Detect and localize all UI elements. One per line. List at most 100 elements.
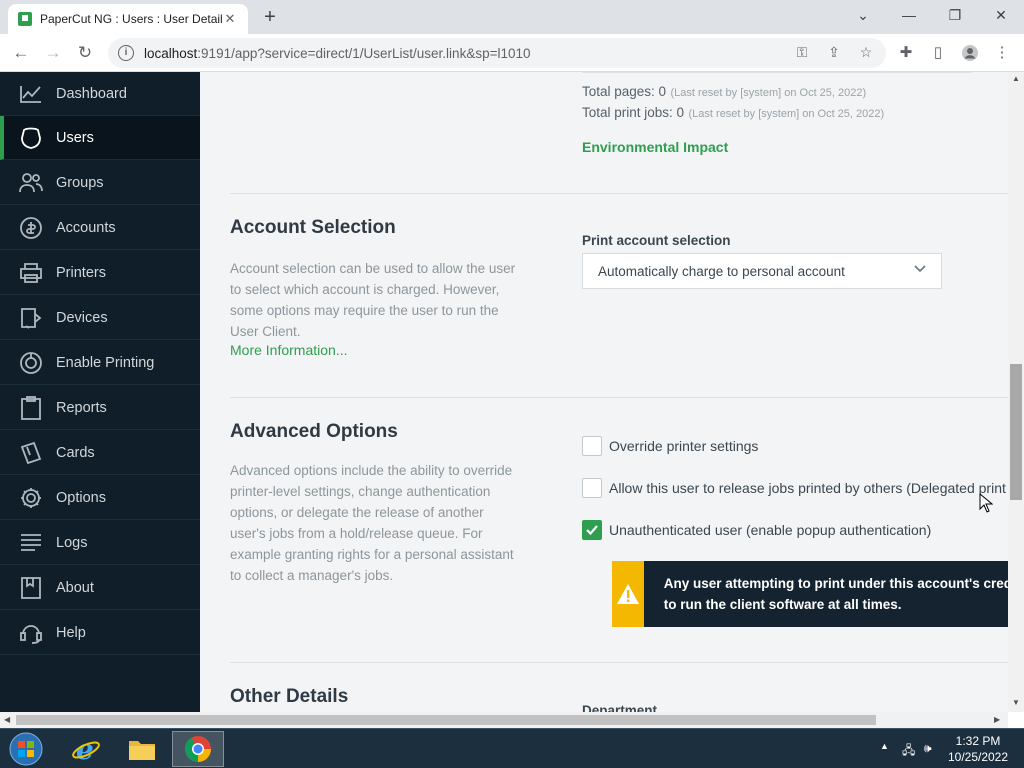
sidebar-item-printers[interactable]: Printers xyxy=(0,251,200,295)
section-divider xyxy=(230,193,1008,194)
checkbox-label: Allow this user to release jobs printed … xyxy=(609,480,1008,496)
unauthenticated-user-checkbox[interactable]: Unauthenticated user (enable popup authe… xyxy=(582,520,931,540)
windows-logo-icon xyxy=(9,732,43,766)
checkbox-checked[interactable] xyxy=(582,520,602,540)
extensions-icon[interactable]: ✚ xyxy=(896,44,916,64)
account-selection-title: Account Selection xyxy=(230,217,396,238)
close-window-button[interactable]: ✕ xyxy=(978,0,1024,30)
section-divider xyxy=(230,662,1008,663)
about-icon xyxy=(18,576,44,600)
key-icon[interactable]: ⚿ xyxy=(792,42,812,62)
more-information-link[interactable]: More Information... xyxy=(230,342,348,358)
sidebar-item-label: Users xyxy=(56,129,94,146)
user-icon xyxy=(18,126,44,150)
sidebar-item-options[interactable]: Options xyxy=(0,476,200,520)
scroll-down-arrow-icon[interactable]: ▼ xyxy=(1012,698,1020,707)
sidebar-item-help[interactable]: Help xyxy=(0,611,200,655)
other-details-title: Other Details xyxy=(230,686,349,707)
sidebar-item-label: Cards xyxy=(56,444,95,461)
checkbox-label: Unauthenticated user (enable popup authe… xyxy=(609,522,932,538)
horizontal-scroll-thumb[interactable] xyxy=(16,715,876,725)
start-button[interactable] xyxy=(6,731,46,767)
department-label: Department xyxy=(582,703,658,712)
forward-icon[interactable]: → xyxy=(40,40,66,66)
url-host: localhost xyxy=(144,45,198,61)
warning-message: Any user attempting to print under this … xyxy=(644,561,1008,627)
environmental-impact-link[interactable]: Environmental Impact xyxy=(582,139,728,155)
sidebar-item-label: Dashboard xyxy=(56,85,127,102)
sidebar-item-label: Enable Printing xyxy=(56,354,155,371)
accounts-icon xyxy=(18,216,44,240)
sidebar-item-label: Logs xyxy=(56,534,88,551)
total-jobs-reset-note: (Last reset by [system] on Oct 25, 2022) xyxy=(688,108,885,120)
new-tab-button[interactable]: + xyxy=(258,6,282,30)
reports-icon xyxy=(18,395,44,420)
sidebar-item-enable-printing[interactable]: Enable Printing xyxy=(0,341,200,385)
warning-icon xyxy=(616,584,639,604)
browser-menu-icon[interactable]: ⋮ xyxy=(992,44,1012,64)
checkbox[interactable] xyxy=(582,478,602,498)
sidebar-item-accounts[interactable]: Accounts xyxy=(0,206,200,250)
taskbar-chrome[interactable] xyxy=(172,731,224,767)
top-divider xyxy=(582,72,972,73)
checkmark-icon xyxy=(586,525,598,536)
chrome-icon xyxy=(184,736,211,763)
horizontal-scrollbar[interactable]: ◀ ▶ xyxy=(0,712,1008,728)
show-hidden-icons-icon[interactable]: ▲ xyxy=(880,741,889,751)
side-panel-icon[interactable]: ▯ xyxy=(928,44,948,64)
checkbox[interactable] xyxy=(582,436,602,456)
browser-tab-bar: PaperCut NG : Users : User Details ✕ + ⌄… xyxy=(0,0,1024,34)
total-pages-row: Total pages: 0 (Last reset by [system] o… xyxy=(582,83,866,101)
restore-button[interactable]: ❐ xyxy=(932,0,978,30)
sidebar-item-label: Accounts xyxy=(56,219,116,236)
sidebar-item-about[interactable]: About xyxy=(0,566,200,610)
windows-taskbar: e ▲ 🖧 🕪 1:32 PM 10/25/2022 xyxy=(0,728,1024,768)
scroll-left-arrow-icon[interactable]: ◀ xyxy=(4,715,10,724)
address-bar[interactable]: i localhost:9191/app?service=direct/1/Us… xyxy=(108,38,886,68)
groups-icon xyxy=(18,171,44,195)
sidebar-item-label: Help xyxy=(56,624,86,641)
total-jobs-row: Total print jobs: 0 (Last reset by [syst… xyxy=(582,104,884,122)
sidebar-item-users[interactable]: Users xyxy=(0,116,200,160)
checkbox-label: Override printer settings xyxy=(609,438,759,454)
sidebar-item-dashboard[interactable]: Dashboard xyxy=(0,72,200,116)
print-account-selection-dropdown[interactable]: Automatically charge to personal account xyxy=(582,253,942,289)
print-account-selection-label: Print account selection xyxy=(582,233,731,248)
sidebar-item-label: Printers xyxy=(56,264,106,281)
total-pages: Total pages: 0 xyxy=(582,84,667,99)
folder-icon xyxy=(129,741,155,760)
delegated-print-release-checkbox[interactable]: Allow this user to release jobs printed … xyxy=(582,478,1008,498)
vertical-scroll-thumb[interactable] xyxy=(1010,364,1022,500)
vertical-scrollbar[interactable]: ▲ ▼ xyxy=(1008,72,1024,712)
sidebar-item-logs[interactable]: Logs xyxy=(0,521,200,565)
cards-icon xyxy=(18,441,44,465)
back-icon[interactable]: ← xyxy=(8,40,34,66)
taskbar-internet-explorer[interactable]: e xyxy=(60,731,112,767)
scroll-up-arrow-icon[interactable]: ▲ xyxy=(1012,74,1020,83)
sidebar-item-groups[interactable]: Groups xyxy=(0,161,200,205)
volume-icon[interactable]: 🕪 xyxy=(924,741,932,756)
browser-tab[interactable]: PaperCut NG : Users : User Details ✕ xyxy=(8,4,248,34)
scroll-right-arrow-icon[interactable]: ▶ xyxy=(994,715,1000,724)
share-icon[interactable]: ⇪ xyxy=(824,42,844,62)
advanced-options-title: Advanced Options xyxy=(230,421,398,442)
account-selection-description: Account selection can be used to allow t… xyxy=(230,261,516,339)
clock-time: 1:32 PM xyxy=(955,734,1001,748)
site-info-icon[interactable]: i xyxy=(118,45,134,61)
override-printer-settings-checkbox[interactable]: Override printer settings xyxy=(582,436,758,456)
sidebar-item-devices[interactable]: Devices xyxy=(0,296,200,340)
bookmark-star-icon[interactable]: ☆ xyxy=(856,42,876,62)
network-icon[interactable]: 🖧 xyxy=(902,741,915,762)
sidebar-item-cards[interactable]: Cards xyxy=(0,431,200,475)
profile-avatar[interactable] xyxy=(960,44,980,64)
reload-icon[interactable]: ↻ xyxy=(72,40,98,66)
sidebar-item-label: Options xyxy=(56,489,106,506)
logs-icon xyxy=(18,531,44,555)
tab-close-icon[interactable]: ✕ xyxy=(222,11,238,27)
system-clock[interactable]: 1:32 PM 10/25/2022 xyxy=(946,733,1010,765)
tab-search-button[interactable]: ⌄ xyxy=(840,0,886,30)
sidebar-item-label: Reports xyxy=(56,399,107,416)
sidebar-item-reports[interactable]: Reports xyxy=(0,386,200,430)
taskbar-file-explorer[interactable] xyxy=(116,731,168,767)
minimize-button[interactable]: — xyxy=(886,0,932,30)
